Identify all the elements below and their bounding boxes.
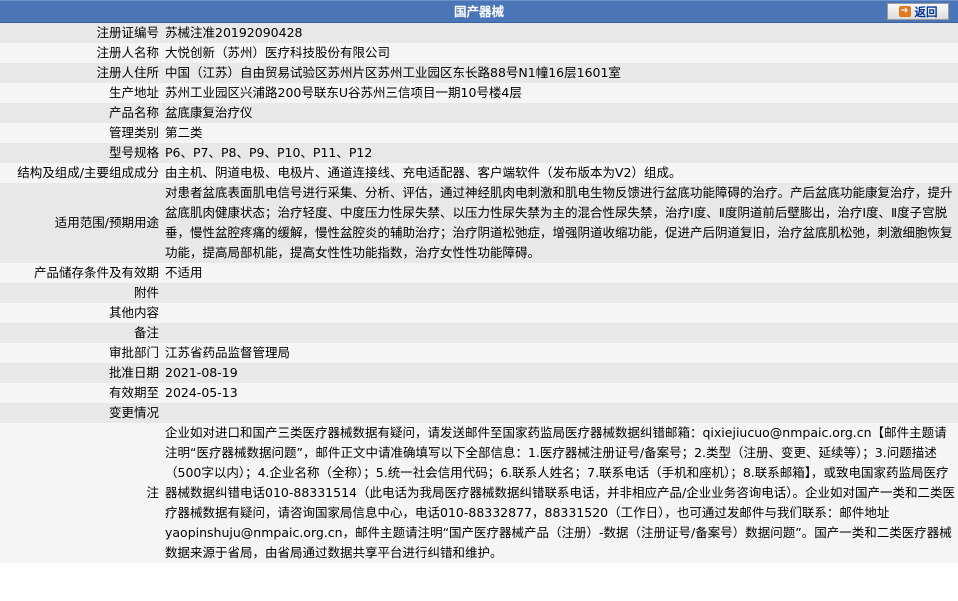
table-row: 批准日期 2021-08-19 — [0, 363, 958, 383]
field-label: 有效期至 — [0, 383, 162, 403]
field-value: 盆底康复治疗仪 — [162, 103, 958, 123]
field-label: 其他内容 — [0, 303, 162, 323]
page-title: 国产器械 — [453, 4, 504, 19]
field-value: 对患者盆底表面肌电信号进行采集、分析、评估，通过神经肌肉电刺激和肌电生物反馈进行… — [162, 183, 958, 263]
field-label: 注册人住所 — [0, 63, 162, 83]
field-value — [162, 283, 958, 303]
field-label: 附件 — [0, 283, 162, 303]
field-value: 2021-08-19 — [162, 363, 958, 383]
table-row: 有效期至 2024-05-13 — [0, 383, 958, 403]
table-row: 适用范围/预期用途 对患者盆底表面肌电信号进行采集、分析、评估，通过神经肌肉电刺激… — [0, 183, 958, 263]
table-row: 管理类别 第二类 — [0, 123, 958, 143]
field-label: 生产地址 — [0, 83, 162, 103]
note-text: 企业如对进口和国产三类医疗器械数据有疑问，请发送邮件至国家药监局医疗器械数据纠错… — [162, 423, 958, 563]
field-value: 中国（江苏）自由贸易试验区苏州片区苏州工业园区东长路88号N1幢16层1601室 — [162, 63, 958, 83]
device-detail-page: 国产器械 ➜ 返回 注册证编号 苏械注准20192090428 注册人名称 大悦创新（… — [0, 0, 958, 601]
table-row: 注册人名称 大悦创新（苏州）医疗科技股份有限公司 — [0, 43, 958, 63]
field-value: 苏械注准20192090428 — [162, 23, 958, 43]
field-label: 审批部门 — [0, 343, 162, 363]
note-label: 注 — [0, 423, 162, 563]
field-value: P6、P7、P8、P9、P10、P11、P12 — [162, 143, 958, 163]
field-label: 注册证编号 — [0, 23, 162, 43]
table-row: 其他内容 — [0, 303, 958, 323]
field-label: 产品储存条件及有效期 — [0, 263, 162, 283]
field-value: 苏州工业园区兴浦路200号联东U谷苏州三信项目一期10号楼4层 — [162, 83, 958, 103]
field-value: 2024-05-13 — [162, 383, 958, 403]
field-value: 由主机、阴道电极、电极片、通道连接线、充电适配器、客户端软件（发布版本为V2）组… — [162, 163, 958, 183]
arrow-right-icon: ➜ — [898, 6, 911, 17]
field-label: 批准日期 — [0, 363, 162, 383]
table-row: 注册证编号 苏械注准20192090428 — [0, 23, 958, 43]
table-row: 备注 — [0, 323, 958, 343]
back-button-label: 返回 — [914, 4, 938, 19]
table-row: 生产地址 苏州工业园区兴浦路200号联东U谷苏州三信项目一期10号楼4层 — [0, 83, 958, 103]
field-label: 产品名称 — [0, 103, 162, 123]
field-value — [162, 323, 958, 343]
field-label: 适用范围/预期用途 — [0, 183, 162, 263]
table-row: 型号规格 P6、P7、P8、P9、P10、P11、P12 — [0, 143, 958, 163]
field-label: 管理类别 — [0, 123, 162, 143]
field-value — [162, 303, 958, 323]
field-value: 江苏省药品监督管理局 — [162, 343, 958, 363]
table-row: 审批部门 江苏省药品监督管理局 — [0, 343, 958, 363]
table-row: 变更情况 — [0, 403, 958, 423]
field-value: 大悦创新（苏州）医疗科技股份有限公司 — [162, 43, 958, 63]
field-label: 型号规格 — [0, 143, 162, 163]
table-row: 产品名称 盆底康复治疗仪 — [0, 103, 958, 123]
table-row: 注册人住所 中国（江苏）自由贸易试验区苏州片区苏州工业园区东长路88号N1幢16层… — [0, 63, 958, 83]
table-row: 结构及组成/主要组成成分 由主机、阴道电极、电极片、通道连接线、充电适配器、客户端… — [0, 163, 958, 183]
field-label: 注册人名称 — [0, 43, 162, 63]
table-row: 产品储存条件及有效期 不适用 — [0, 263, 958, 283]
detail-table: 注册证编号 苏械注准20192090428 注册人名称 大悦创新（苏州）医疗科技股份有… — [0, 23, 958, 563]
field-label: 结构及组成/主要组成成分 — [0, 163, 162, 183]
note-row: 注企业如对进口和国产三类医疗器械数据有疑问，请发送邮件至国家药监局医疗器械数据纠… — [0, 423, 958, 563]
header-bar: 国产器械 ➜ 返回 — [0, 0, 958, 23]
field-value: 不适用 — [162, 263, 958, 283]
field-value — [162, 403, 958, 423]
field-value: 第二类 — [162, 123, 958, 143]
field-label: 备注 — [0, 323, 162, 343]
table-row: 附件 — [0, 283, 958, 303]
field-label: 变更情况 — [0, 403, 162, 423]
back-button[interactable]: ➜ 返回 — [887, 3, 949, 20]
